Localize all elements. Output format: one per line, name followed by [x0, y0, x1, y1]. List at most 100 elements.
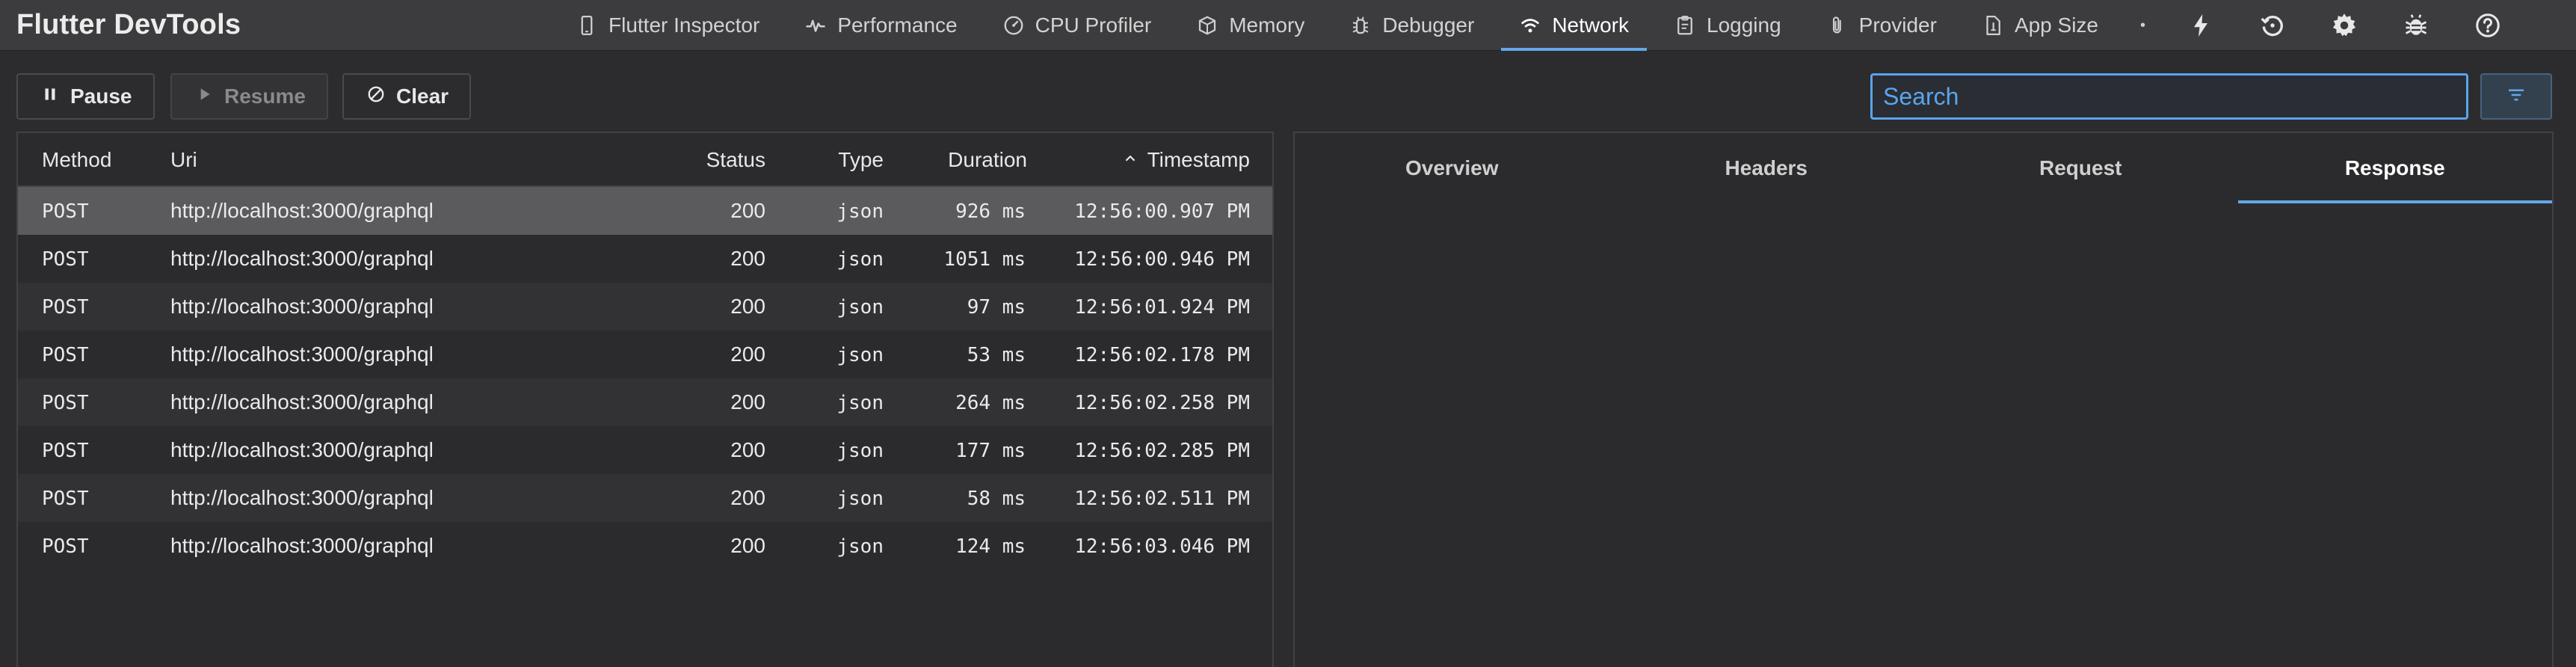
tab-debugger[interactable]: Debugger — [1327, 0, 1497, 51]
play-icon — [194, 84, 214, 109]
cell-status: 200 — [730, 199, 765, 222]
table-body: POST http://localhost:3000/graphql 200 json… — [18, 187, 1272, 570]
cell-method: POST — [42, 535, 89, 558]
cell-type: json — [836, 535, 884, 558]
request-details-panel: Overview Headers Request Response — [1293, 132, 2554, 667]
tab-label: Provider — [1858, 13, 1937, 37]
table-row[interactable]: POST http://localhost:3000/graphql 200 json… — [18, 378, 1272, 426]
toolbar-actions — [2165, 0, 2524, 51]
clear-label: Clear — [396, 84, 449, 108]
tab-headers[interactable]: Headers — [1609, 133, 1924, 203]
tab-label: Memory — [1229, 13, 1305, 37]
tab-label: Logging — [1707, 13, 1781, 37]
table-row[interactable]: POST http://localhost:3000/graphql 200 json… — [18, 331, 1272, 378]
bug-icon[interactable] — [2380, 0, 2452, 51]
cell-timestamp: 12:56:02.258 PM — [1074, 392, 1250, 414]
cell-method: POST — [42, 344, 89, 366]
resume-label: Resume — [224, 84, 306, 108]
tab-app-size[interactable]: App Size — [1959, 0, 2121, 51]
cell-uri: http://localhost:3000/graphql — [170, 438, 434, 461]
table-row[interactable]: POST http://localhost:3000/graphql 200 json… — [18, 187, 1272, 235]
clipboard-icon — [1674, 14, 1696, 37]
details-tabs: Overview Headers Request Response — [1295, 133, 2552, 203]
history-icon[interactable] — [2237, 0, 2308, 51]
gauge-icon — [1002, 14, 1025, 37]
help-icon[interactable] — [2452, 0, 2524, 51]
column-header-method[interactable]: Method — [42, 148, 111, 172]
table-header: Method Uri Status Type Duration Timestam… — [18, 133, 1272, 187]
pulse-icon — [804, 14, 827, 37]
tab-performance[interactable]: Performance — [782, 0, 979, 51]
tab-label: App Size — [2014, 13, 2099, 37]
block-icon — [366, 84, 386, 109]
cell-method: POST — [42, 200, 89, 223]
tab-label: Network — [1552, 13, 1630, 37]
search-input[interactable] — [1870, 73, 2468, 120]
cell-status: 200 — [730, 295, 765, 318]
cell-uri: http://localhost:3000/graphql — [170, 534, 434, 557]
tab-overview[interactable]: Overview — [1295, 133, 1609, 203]
table-row[interactable]: POST http://localhost:3000/graphql 200 json… — [18, 283, 1272, 331]
cell-duration: 53 ms — [967, 344, 1026, 366]
phone-icon — [576, 14, 598, 37]
tab-cpu-profiler[interactable]: CPU Profiler — [980, 0, 1174, 51]
cell-method: POST — [42, 440, 89, 462]
cell-timestamp: 12:56:02.511 PM — [1074, 488, 1250, 510]
column-header-timestamp[interactable]: Timestamp — [1122, 148, 1250, 172]
cell-timestamp: 12:56:00.946 PM — [1074, 248, 1250, 271]
table-row[interactable]: POST http://localhost:3000/graphql 200 json… — [18, 474, 1272, 522]
tab-response[interactable]: Response — [2237, 133, 2553, 203]
app-size-icon — [1982, 14, 2004, 37]
cell-method: POST — [42, 296, 89, 319]
column-header-uri[interactable]: Uri — [170, 148, 197, 172]
tab-label: Performance — [837, 13, 958, 37]
cell-timestamp: 12:56:01.924 PM — [1074, 296, 1250, 319]
top-bar: Flutter DevTools Flutter Inspector Perfo… — [0, 0, 2576, 51]
cell-method: POST — [42, 488, 89, 510]
column-header-duration[interactable]: Duration — [948, 148, 1027, 172]
table-row[interactable]: POST http://localhost:3000/graphql 200 json… — [18, 522, 1272, 570]
tab-provider[interactable]: Provider — [1804, 0, 1959, 51]
cell-duration: 124 ms — [955, 535, 1026, 558]
cell-timestamp: 12:56:02.285 PM — [1074, 440, 1250, 462]
column-header-type[interactable]: Type — [838, 148, 884, 172]
requests-table: Method Uri Status Type Duration Timestam… — [16, 132, 1274, 667]
main-nav: Flutter Inspector Performance CPU Profil… — [553, 0, 2524, 51]
pause-button[interactable]: Pause — [16, 73, 155, 120]
cell-type: json — [836, 392, 884, 414]
lightning-icon[interactable] — [2165, 0, 2237, 51]
cell-type: json — [836, 296, 884, 319]
paperclip-icon — [1826, 14, 1849, 37]
cell-method: POST — [42, 248, 89, 271]
filter-button[interactable] — [2480, 73, 2552, 120]
wifi-icon — [1519, 14, 1541, 37]
cell-timestamp: 12:56:02.178 PM — [1074, 344, 1250, 366]
timestamp-header-label: Timestamp — [1147, 148, 1250, 171]
tab-memory[interactable]: Memory — [1174, 0, 1327, 51]
cell-uri: http://localhost:3000/graphql — [170, 199, 434, 222]
cell-type: json — [836, 440, 884, 462]
tab-logging[interactable]: Logging — [1651, 0, 1804, 51]
tab-request[interactable]: Request — [1923, 133, 2238, 203]
cube-icon — [1196, 14, 1218, 37]
tab-flutter-inspector[interactable]: Flutter Inspector — [553, 0, 782, 51]
cell-uri: http://localhost:3000/graphql — [170, 295, 434, 318]
filter-icon — [2505, 84, 2527, 110]
clear-button[interactable]: Clear — [342, 73, 472, 120]
cell-status: 200 — [730, 390, 765, 414]
app-title: Flutter DevTools — [16, 9, 241, 40]
gear-icon[interactable] — [2308, 0, 2380, 51]
cell-type: json — [836, 488, 884, 510]
tab-label: Debugger — [1382, 13, 1475, 37]
pause-icon — [40, 84, 60, 109]
cell-duration: 177 ms — [955, 440, 1026, 462]
table-row[interactable]: POST http://localhost:3000/graphql 200 json… — [18, 235, 1272, 283]
tab-label: Flutter Inspector — [608, 13, 760, 37]
table-row[interactable]: POST http://localhost:3000/graphql 200 json… — [18, 426, 1272, 474]
cell-uri: http://localhost:3000/graphql — [170, 247, 434, 270]
tab-network[interactable]: Network — [1497, 0, 1651, 51]
cell-uri: http://localhost:3000/graphql — [170, 390, 434, 414]
cell-uri: http://localhost:3000/graphql — [170, 342, 434, 366]
resume-button[interactable]: Resume — [170, 73, 328, 120]
column-header-status[interactable]: Status — [706, 148, 765, 172]
